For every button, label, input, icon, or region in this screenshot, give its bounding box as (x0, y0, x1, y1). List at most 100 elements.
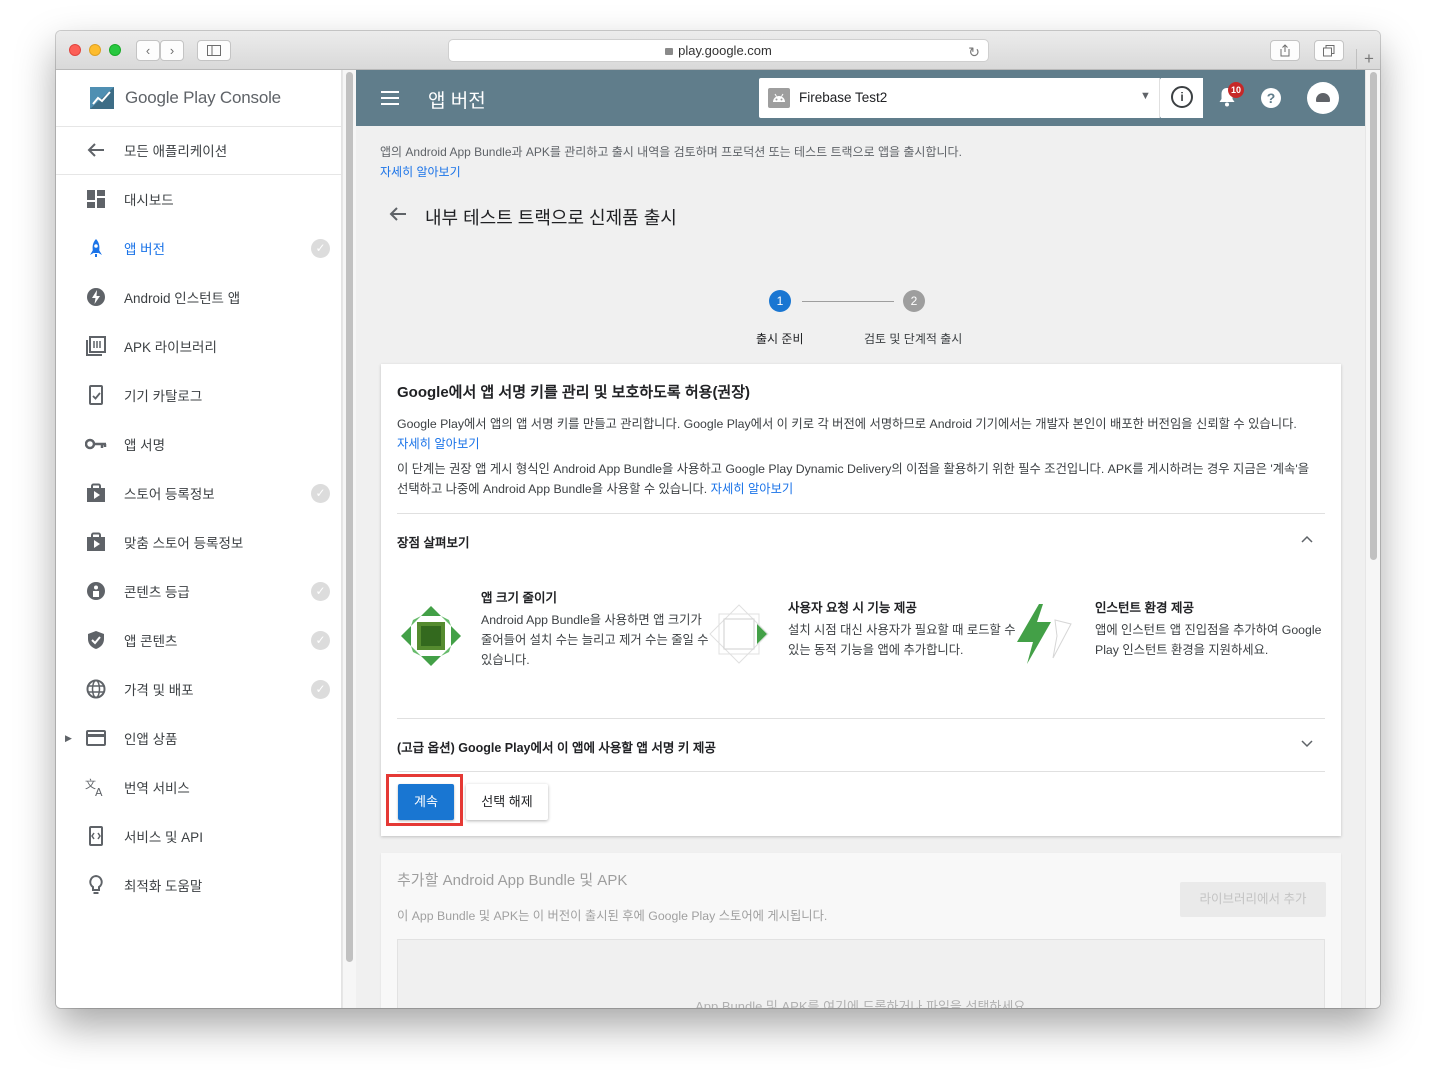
feature-reduce-size-text: Android App Bundle을 사용하면 앱 크기가 줄어들어 설치 수… (481, 613, 709, 667)
sidebar-item-12[interactable]: ▶ 인앱 상품 (56, 718, 341, 758)
expand-caret-icon[interactable]: ▶ (65, 733, 72, 744)
sidebar-item-label: 인앱 상품 (124, 732, 178, 747)
step-1-circle: 1 (769, 290, 791, 312)
app-selector[interactable]: Firebase Test2 ▼ (759, 78, 1161, 118)
app-signing-card: Google에서 앱 서명 키를 관리 및 보호하도록 허용(권장) Googl… (381, 364, 1341, 836)
card-title: Google에서 앱 서명 키를 관리 및 보호하도록 허용(권장) (397, 384, 751, 401)
sidebar-scrollbar-thumb[interactable] (346, 72, 353, 962)
learn-more-link[interactable]: 자세히 알아보기 (397, 437, 480, 451)
browser-window: ‹ › play.google.com ↻ + Google Play Cons… (56, 31, 1380, 1008)
info-icon[interactable]: i (1171, 86, 1193, 108)
step-2-circle: 2 (903, 290, 925, 312)
all-apps-label: 모든 애플리케이션 (124, 144, 228, 159)
arrow-back-icon (389, 207, 406, 221)
sidebar-item-label: 맞춤 스토어 등록정보 (124, 536, 244, 551)
learn-more-link[interactable]: 자세히 알아보기 (380, 163, 461, 180)
sidebar-item-14[interactable]: 서비스 및 API (56, 816, 341, 856)
store-icon (85, 482, 107, 504)
sidebar-item-13[interactable]: 文 A 번역 서비스 (56, 767, 341, 807)
sidebar-item-6[interactable]: 앱 서명 (56, 424, 341, 464)
sidebar-item-5[interactable]: 기기 카탈로그 (56, 375, 341, 415)
store-icon (85, 531, 107, 553)
feature-on-demand-text: 설치 시점 대신 사용자가 필요할 때 로드할 수 있는 동적 기능을 앱에 추… (788, 623, 1016, 657)
back-button[interactable] (388, 205, 408, 229)
divider (397, 513, 1325, 514)
check-circle-icon: ✓ (311, 238, 330, 258)
new-tab-button[interactable]: + (1356, 49, 1380, 70)
sidebar-item-10[interactable]: 앱 콘텐츠 ✓ (56, 620, 341, 660)
sidebar-item-9[interactable]: 콘텐츠 등급 ✓ (56, 571, 341, 611)
divider (56, 126, 341, 127)
lightbulb-icon (85, 874, 107, 896)
upload-dropzone[interactable]: App Bundle 및 APK를 여기에 드롭하거나 파일을 선택하세요. (397, 939, 1325, 1008)
divider (397, 771, 1325, 772)
add-bundles-card: 추가할 Android App Bundle 및 APK 이 App Bundl… (381, 853, 1341, 1008)
address-bar[interactable]: play.google.com ↻ (448, 39, 989, 62)
reload-icon[interactable]: ↻ (968, 41, 980, 63)
add-from-library-button[interactable]: 라이브러리에서 추가 (1180, 882, 1326, 917)
benefits-section-toggle[interactable]: 장점 살펴보기 (397, 532, 469, 551)
divider (56, 174, 341, 175)
learn-more-link[interactable]: 자세히 알아보기 (711, 482, 794, 496)
sidebar-item-label: 앱 버전 (124, 242, 166, 257)
share-icon (1280, 44, 1290, 57)
divider (1159, 78, 1160, 118)
api-icon (85, 825, 107, 847)
header-title: 앱 버전 (428, 91, 486, 112)
all-apps-link[interactable]: 모든 애플리케이션 (56, 130, 341, 170)
browser-back-button[interactable]: ‹ (136, 40, 160, 61)
check-circle-icon: ✓ (311, 581, 330, 601)
sidebar-scrollbar[interactable] (342, 70, 356, 1008)
main-scrollbar-thumb[interactable] (1370, 72, 1377, 560)
sidebar-item-3[interactable]: Android 인스턴트 앱 (56, 277, 341, 317)
google-play-console-logo[interactable]: Google Play Console (88, 83, 281, 113)
step-2-label: 검토 및 단계적 출시 (864, 332, 963, 346)
sidebar-item-4[interactable]: APK 라이브러리 (56, 326, 341, 366)
sidebar-item-11[interactable]: 가격 및 배포 ✓ (56, 669, 341, 709)
close-window-button[interactable] (69, 44, 81, 56)
chevron-up-icon[interactable] (1301, 532, 1313, 546)
bundle-description-text: 이 단계는 권장 앱 게시 형식인 Android App Bundle을 사용… (397, 462, 1310, 496)
feature-instant-text: 앱에 인스턴트 앱 진입점을 추가하여 Google Play 인스턴트 환경을… (1095, 623, 1322, 657)
arrow-back-icon (85, 139, 107, 161)
browser-forward-button[interactable]: › (160, 40, 184, 61)
chevron-down-icon[interactable] (1301, 737, 1313, 751)
account-avatar[interactable] (1307, 82, 1339, 114)
main-scrollbar[interactable] (1365, 70, 1380, 1008)
share-button[interactable] (1270, 40, 1300, 61)
sidebar-item-label: 대시보드 (124, 193, 174, 208)
add-bundles-title: 추가할 Android App Bundle 및 APK (397, 872, 628, 889)
android-avatar-icon (1316, 93, 1330, 102)
sidebar: Google Play Console 모든 애플리케이션 대시보드앱 버전 ✓ A… (56, 70, 342, 1008)
logo-text: Google Play Console (125, 88, 281, 107)
sidebar-item-label: Android 인스턴트 앱 (124, 291, 241, 306)
sidebar-item-8[interactable]: 맞춤 스토어 등록정보 (56, 522, 341, 562)
deselect-button[interactable]: 선택 해제 (466, 784, 548, 820)
main-content: 앱 버전 Firebase Test2 ▼ i 10 ? 앱의 Android … (356, 70, 1365, 1008)
sidebar-item-label: 콘텐츠 등급 (124, 585, 190, 600)
sidebar-item-label: 가격 및 배포 (124, 683, 194, 698)
sidebar-item-2[interactable]: 앱 버전 ✓ (56, 228, 341, 268)
signing-description: Google Play에서 앱의 앱 서명 키를 만들고 관리합니다. Goog… (397, 414, 1322, 454)
dropzone-text: App Bundle 및 APK를 여기에 드롭하거나 파일을 선택하세요. (695, 999, 1029, 1008)
sidebar-item-15[interactable]: 최적화 도움말 (56, 865, 341, 905)
advanced-option-toggle[interactable]: (고급 옵션) Google Play에서 이 앱에 사용할 앱 서명 키 제공 (397, 737, 716, 756)
check-circle-icon: ✓ (311, 630, 330, 650)
minimize-window-button[interactable] (89, 44, 101, 56)
feature-reduce-size-title: 앱 크기 줄이기 (481, 591, 557, 605)
check-circle-icon: ✓ (311, 679, 330, 699)
menu-icon[interactable] (381, 91, 399, 105)
sidebar-toggle-button[interactable] (197, 40, 231, 61)
bolt-icon (85, 286, 107, 308)
sidebar-item-label: 서비스 및 API (124, 830, 203, 845)
rocket-icon (85, 237, 107, 259)
tabs-overview-button[interactable] (1314, 40, 1344, 61)
sidebar-item-1[interactable]: 대시보드 (56, 179, 341, 219)
help-icon[interactable]: ? (1261, 88, 1281, 108)
intro-text: 앱의 Android App Bundle과 APK를 관리하고 출시 내역을 … (380, 145, 962, 159)
maximize-window-button[interactable] (109, 44, 121, 56)
dashboard-icon (85, 188, 107, 210)
sidebar-item-7[interactable]: 스토어 등록정보 ✓ (56, 473, 341, 513)
add-bundles-subtitle: 이 App Bundle 및 APK는 이 버전이 출시된 후에 Google … (397, 909, 828, 923)
sidebar-item-label: 번역 서비스 (124, 781, 190, 796)
